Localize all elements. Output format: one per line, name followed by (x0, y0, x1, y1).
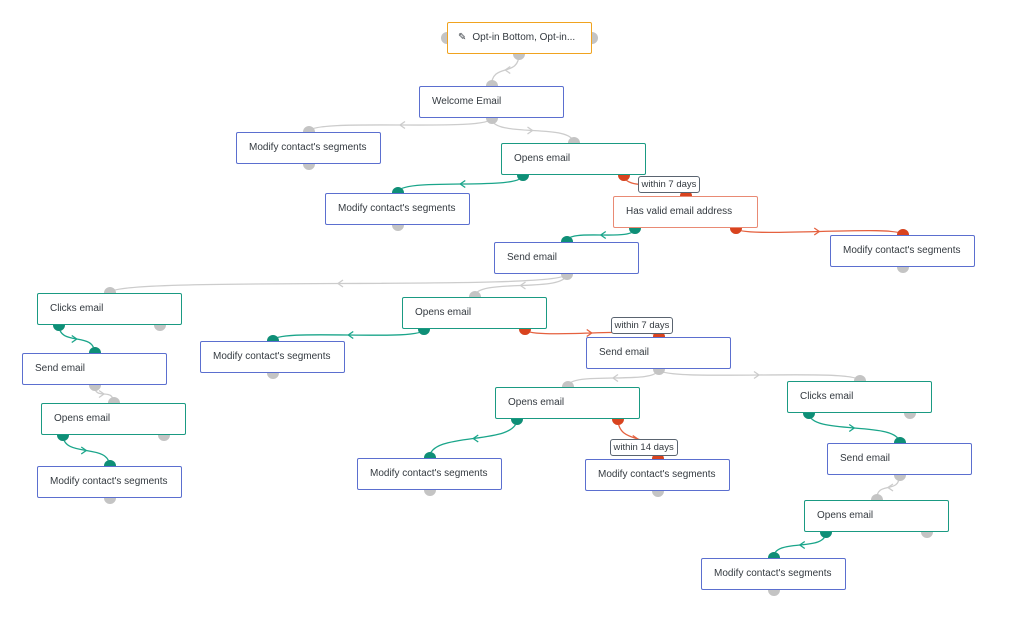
decision-node[interactable]: Opens email (501, 143, 646, 175)
action-node[interactable]: Modify contact's segments (325, 193, 470, 225)
action-node[interactable]: Modify contact's segments (37, 466, 182, 498)
node-label: Opens email (508, 397, 565, 408)
node-label: Has valid email address (626, 206, 733, 217)
node-label: Modify contact's segments (338, 203, 456, 214)
decision-node[interactable]: Opens email (495, 387, 640, 419)
node-label: Clicks email (800, 391, 854, 402)
node-label: Modify contact's segments (249, 142, 367, 153)
decision-node[interactable]: Opens email (804, 500, 949, 532)
delay-badge: within 14 days (609, 439, 678, 456)
action-node[interactable]: Send email (586, 337, 731, 369)
decision-node[interactable]: Clicks email (37, 293, 182, 325)
action-node[interactable]: Modify contact's segments (830, 235, 975, 267)
decision-node[interactable]: Clicks email (787, 381, 932, 413)
node-label: Send email (599, 347, 650, 358)
node-label: Send email (507, 252, 558, 263)
action-node[interactable]: Modify contact's segments (585, 459, 730, 491)
node-label: Modify contact's segments (213, 351, 331, 362)
node-label: Modify contact's segments (50, 476, 168, 487)
action-node[interactable]: Modify contact's segments (236, 132, 381, 164)
action-node[interactable]: Send email (22, 353, 167, 385)
node-label: Welcome Email (432, 96, 502, 107)
action-node[interactable]: Welcome Email (419, 86, 564, 118)
action-node[interactable]: Modify contact's segments (200, 341, 345, 373)
decision-node[interactable]: Opens email (41, 403, 186, 435)
node-label: Opens email (54, 413, 111, 424)
node-label: Opens email (514, 153, 571, 164)
source-node[interactable]: ✎ Opt-in Bottom, Opt-in... (447, 22, 592, 54)
node-label: Opens email (817, 510, 874, 521)
condition-node[interactable]: Has valid email address (613, 196, 758, 228)
form-edit-icon: ✎ (458, 32, 467, 43)
delay-badge: within 7 days (610, 317, 674, 334)
arrow-icon (504, 65, 511, 75)
node-label: Modify contact's segments (714, 568, 832, 579)
action-node[interactable]: Modify contact's segments (357, 458, 502, 490)
delay-badge: within 7 days (637, 176, 701, 193)
node-label: Send email (840, 453, 891, 464)
node-label: Clicks email (50, 303, 104, 314)
action-node[interactable]: Modify contact's segments (701, 558, 846, 590)
node-label: Modify contact's segments (370, 468, 488, 479)
node-label: Modify contact's segments (598, 469, 716, 480)
node-label: Opens email (415, 307, 472, 318)
node-label: Send email (35, 363, 86, 374)
action-node[interactable]: Send email (494, 242, 639, 274)
node-label: Modify contact's segments (843, 245, 961, 256)
decision-node[interactable]: Opens email (402, 297, 547, 329)
action-node[interactable]: Send email (827, 443, 972, 475)
node-label: Opt-in Bottom, Opt-in... (472, 32, 576, 43)
